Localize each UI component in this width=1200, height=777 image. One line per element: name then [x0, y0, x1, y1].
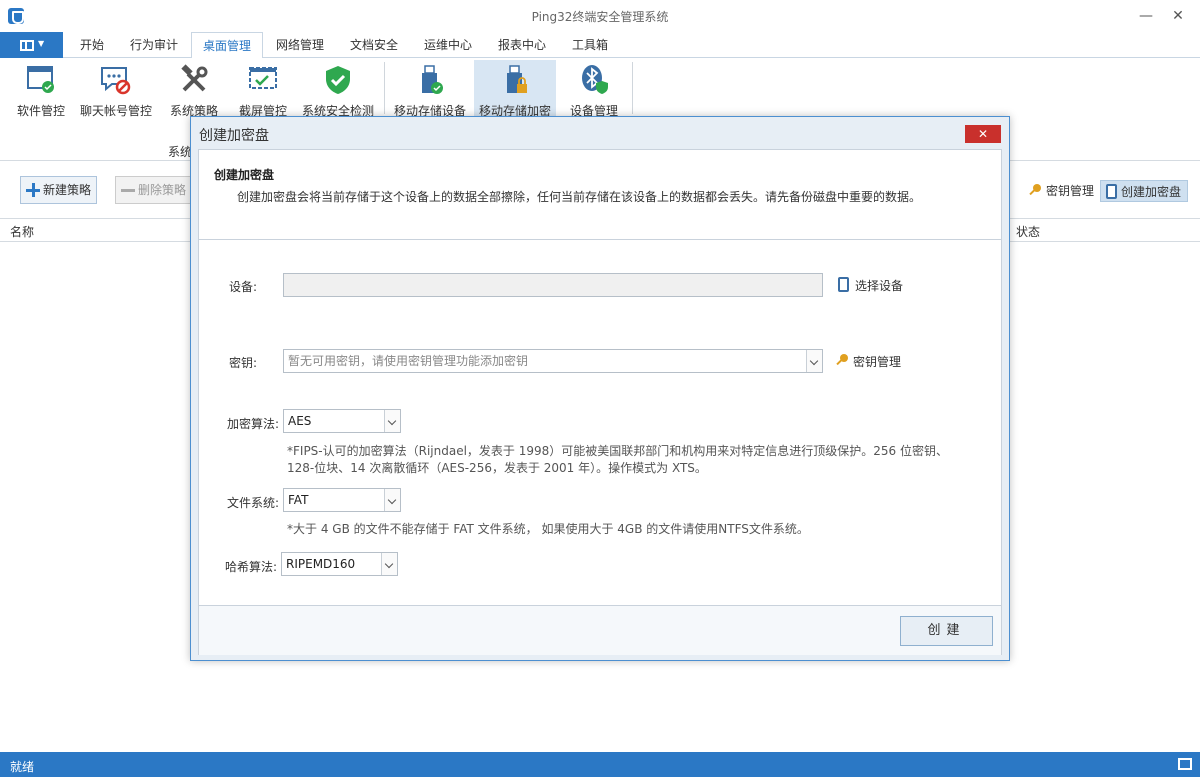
tab-report-center[interactable]: 报表中心 — [490, 32, 554, 58]
app-menu-button[interactable]: ▼ — [0, 32, 63, 58]
file-system-label: 文件系统: — [227, 496, 280, 510]
screen-capture-icon — [249, 67, 277, 89]
dialog-header-description: 创建加密盘会将当前存储于这个设备上的数据全部擦除，任何当前存储在该设备上的数据都… — [237, 190, 922, 204]
plus-icon — [26, 183, 40, 197]
file-system-select[interactable]: FAT — [283, 488, 401, 512]
device-field[interactable] — [283, 273, 823, 297]
status-text: 就绪 — [10, 760, 35, 774]
chevron-down-icon — [384, 489, 400, 511]
software-control-label: 软件管控 — [16, 104, 65, 118]
title-bar: Ping32终端安全管理系统 — ✕ — [0, 0, 1200, 32]
hash-algorithm-value: RIPEMD160 — [286, 557, 356, 571]
menu-bar: ▼ 开始 行为审计 桌面管理 网络管理 文档安全 运维中心 报表中心 工具箱 — [0, 32, 1200, 59]
chevron-down-icon — [381, 553, 397, 575]
new-policy-button[interactable]: 新建策略 — [20, 176, 97, 204]
encryption-algorithm-select[interactable]: AES — [283, 409, 401, 433]
software-control-button[interactable]: 软件管控 — [12, 60, 70, 118]
menu-icon — [20, 40, 34, 51]
encryption-algorithm-note-line-1: *FIPS-认可的加密算法（Rijndael，发表于 1998）可能被美国联邦部… — [287, 444, 948, 458]
file-system-value: FAT — [288, 493, 309, 507]
hash-algorithm-select[interactable]: RIPEMD160 — [281, 552, 398, 576]
window-shield-icon — [27, 66, 54, 93]
column-name[interactable]: 名称 — [10, 223, 34, 240]
tab-network-management[interactable]: 网络管理 — [268, 32, 332, 58]
dialog-close-button[interactable]: ✕ — [965, 125, 1001, 143]
create-encrypted-disk-toolbar-label: 创建加密盘 — [1121, 185, 1182, 199]
select-device-button[interactable]: 选择设备 — [837, 277, 903, 294]
ribbon-separator — [384, 62, 385, 114]
usb-drive-icon — [1106, 184, 1117, 199]
minus-icon — [121, 183, 135, 197]
key-select-placeholder: 暂无可用密钥，请使用密钥管理功能添加密钥 — [288, 354, 529, 368]
close-window-button[interactable]: ✕ — [1168, 6, 1188, 26]
delete-policy-label: 删除策略 — [138, 183, 187, 197]
key-select[interactable]: 暂无可用密钥，请使用密钥管理功能添加密钥 — [283, 349, 823, 373]
chat-block-icon — [101, 67, 131, 95]
minimize-button[interactable]: — — [1136, 6, 1156, 26]
usb-drive-icon — [838, 277, 849, 292]
column-status[interactable]: 状态 — [1016, 223, 1040, 240]
bluetooth-shield-icon — [582, 65, 608, 94]
tools-icon — [181, 64, 208, 92]
delete-policy-button[interactable]: 删除策略 — [115, 176, 192, 204]
key-icon — [1028, 184, 1042, 198]
ribbon-group-label: 系统 — [168, 145, 193, 159]
select-device-label: 选择设备 — [855, 279, 904, 293]
screenshot-control-button[interactable]: 截屏管控 — [234, 60, 292, 118]
chevron-down-icon — [384, 410, 400, 432]
status-bar: 就绪 — [0, 752, 1200, 777]
system-policy-button[interactable]: 系统策略 — [164, 60, 224, 118]
device-label: 设备: — [229, 280, 258, 294]
removable-storage-button[interactable]: 移动存储设备 — [390, 60, 470, 118]
window-title: Ping32终端安全管理系统 — [531, 10, 669, 24]
key-icon — [835, 354, 849, 368]
tab-start[interactable]: 开始 — [70, 32, 114, 58]
dialog-title: 创建加密盘 — [199, 128, 269, 144]
create-encrypted-disk-toolbar-button[interactable]: 创建加密盘 — [1100, 180, 1189, 202]
dialog-header-title: 创建加密盘 — [214, 168, 275, 182]
dialog-body: 创建加密盘 创建加密盘会将当前存储于这个设备上的数据全部擦除，任何当前存储在该设… — [198, 149, 1002, 655]
usb-drive-lock-icon — [507, 65, 527, 93]
key-management-toolbar-button[interactable]: 密钥管理 — [1026, 180, 1094, 202]
system-security-check-button[interactable]: 系统安全检测 — [298, 60, 378, 118]
device-management-button[interactable]: 设备管理 — [562, 60, 626, 118]
tab-ops-center[interactable]: 运维中心 — [416, 32, 480, 58]
chevron-down-icon — [806, 350, 822, 372]
key-management-toolbar-label: 密钥管理 — [1046, 184, 1095, 198]
shield-check-icon — [326, 66, 350, 94]
tab-toolbox[interactable]: 工具箱 — [564, 32, 616, 58]
hash-algorithm-label: 哈希算法: — [225, 560, 278, 574]
chevron-down-icon: ▼ — [38, 39, 45, 48]
dialog-key-management-button[interactable]: 密钥管理 — [835, 353, 901, 370]
removable-storage-encryption-button[interactable]: 移动存储加密 — [474, 60, 556, 118]
create-encrypted-disk-dialog: 创建加密盘 ✕ 创建加密盘 创建加密盘会将当前存储于这个设备上的数据全部擦除，任… — [190, 116, 1010, 661]
key-label: 密钥: — [229, 356, 258, 370]
file-system-note: *大于 4 GB 的文件不能存储于 FAT 文件系统， 如果使用大于 4GB 的… — [287, 522, 809, 536]
new-policy-label: 新建策略 — [43, 183, 92, 197]
create-button[interactable]: 创建 — [900, 616, 993, 646]
usb-drive-check-icon — [422, 65, 443, 94]
window-resize-icon[interactable] — [1178, 758, 1192, 770]
chat-account-control-label: 聊天帐号管控 — [79, 104, 152, 118]
dialog-key-management-label: 密钥管理 — [853, 355, 902, 369]
tab-document-security[interactable]: 文档安全 — [342, 32, 406, 58]
tab-behavior-audit[interactable]: 行为审计 — [122, 32, 186, 58]
encryption-algorithm-note-line-2: 128-位块、14 次离散循环（AES-256，发表于 2001 年）。操作模式… — [287, 461, 707, 475]
tab-desktop-management[interactable]: 桌面管理 — [191, 32, 263, 59]
encryption-algorithm-value: AES — [288, 414, 312, 428]
ribbon-separator — [632, 62, 633, 114]
dialog-footer: 创建 — [199, 605, 1001, 655]
dialog-header: 创建加密盘 创建加密盘会将当前存储于这个设备上的数据全部擦除，任何当前存储在该设… — [199, 150, 1001, 240]
chat-account-control-button[interactable]: 聊天帐号管控 — [76, 60, 156, 118]
encryption-algorithm-label: 加密算法: — [227, 417, 280, 431]
